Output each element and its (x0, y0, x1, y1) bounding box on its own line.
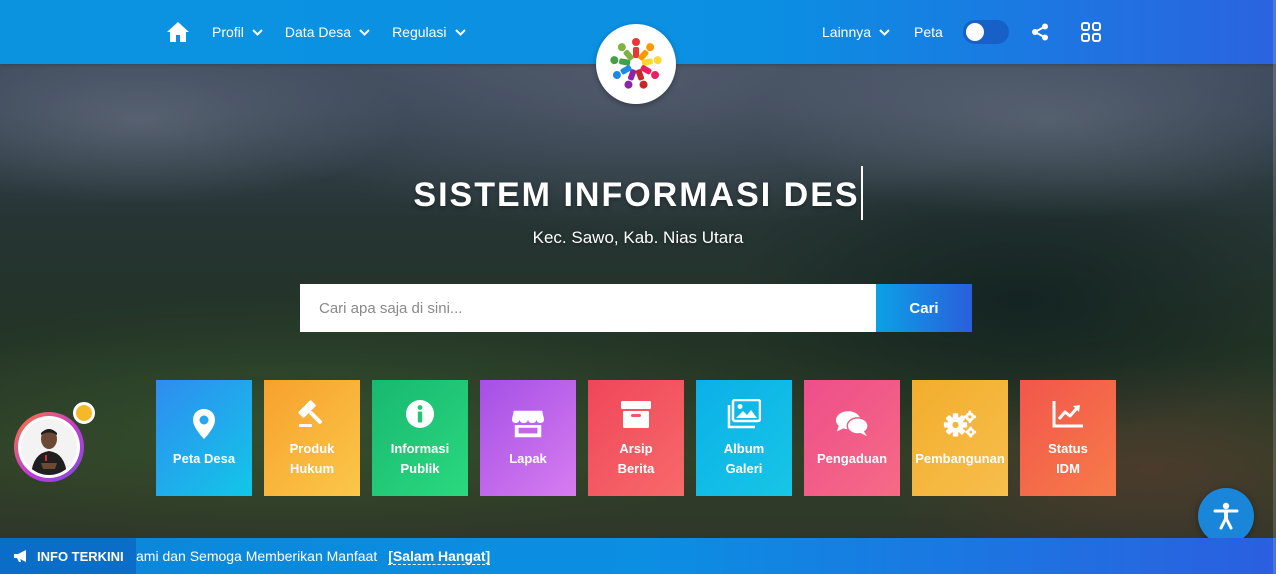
megaphone-icon (14, 550, 26, 562)
tile-arsip-berita[interactable]: Arsip Berita (588, 380, 684, 496)
nav-left: Profil Data Desa Regulasi (166, 0, 488, 64)
nav-item-label: Lainnya (822, 24, 872, 40)
nav-item-data-desa[interactable]: Data Desa (285, 24, 370, 40)
store-icon (511, 407, 545, 441)
comments-icon (835, 407, 869, 441)
tile-informasi-publik[interactable]: Informasi Publik (372, 380, 468, 496)
tile-label: Album Galeri (723, 441, 765, 476)
tile-status-idm[interactable]: Status IDM (1020, 380, 1116, 496)
tile-label: Produk Hukum (289, 441, 335, 476)
chart-line-icon (1051, 397, 1085, 431)
images-icon (727, 397, 761, 431)
nav-item-label: Data Desa (284, 24, 352, 40)
avatar-ring (18, 416, 80, 478)
nav-item-lainnya[interactable]: Lainnya (822, 24, 890, 40)
logo-emblem-icon (610, 38, 662, 89)
nav-item-peta[interactable]: Peta (914, 24, 943, 40)
tile-lapak[interactable]: Lapak (480, 380, 576, 496)
tile-label: Status IDM (1048, 441, 1088, 476)
search-input[interactable] (300, 284, 876, 332)
theme-toggle[interactable] (962, 20, 1009, 44)
chevron-down-icon (879, 28, 890, 36)
tile-label: Peta Desa (172, 451, 236, 466)
ticker-label-text: INFO TERKINI (37, 548, 124, 564)
tile-label: Lapak (509, 451, 547, 466)
page-title: SISTEM INFORMASI DES (0, 166, 1276, 220)
title-text: SISTEM INFORMASI DES (413, 176, 860, 214)
map-marker-icon (187, 407, 221, 441)
toggle-knob (965, 23, 984, 41)
search-bar: Cari (300, 284, 972, 332)
info-icon (403, 397, 437, 431)
tile-label: Informasi Publik (390, 441, 450, 476)
ticker-content: ami dan Semoga Memberikan Manfaat [Salam… (136, 538, 491, 574)
tile-pembangunan[interactable]: Pembangunan (912, 380, 1008, 496)
grid-icon[interactable] (1080, 22, 1101, 42)
share-icon[interactable] (1031, 23, 1049, 41)
avatar[interactable] (14, 412, 84, 482)
chevron-down-icon (359, 28, 370, 36)
archive-icon (619, 397, 653, 431)
nav-item-label: Regulasi (392, 24, 447, 40)
nav-item-profil[interactable]: Profil (212, 24, 263, 40)
tile-pengaduan[interactable]: Pengaduan (804, 380, 900, 496)
ticker-label: INFO TERKINI (0, 538, 136, 574)
page-subtitle: Kec. Sawo, Kab. Nias Utara (532, 228, 744, 247)
nav-item-regulasi[interactable]: Regulasi (392, 24, 466, 40)
chevron-down-icon (454, 28, 466, 36)
tile-peta-desa[interactable]: Peta Desa (156, 380, 252, 496)
quick-access-tiles: Peta Desa Produk Hukum Informasi Publik Lap… (156, 380, 1116, 496)
nav-item-label: Profil (212, 24, 244, 40)
tile-label: Arsip Berita (617, 441, 655, 476)
person-icon (21, 419, 77, 475)
nav-right: Lainnya Peta (822, 0, 1101, 64)
home-icon[interactable] (166, 21, 190, 43)
search-button[interactable]: Cari (876, 284, 972, 332)
accessibility-button[interactable] (1198, 488, 1254, 544)
nav-item-label: Peta (914, 24, 943, 40)
tile-album-galeri[interactable]: Album Galeri (696, 380, 792, 496)
ticker-message: ami dan Semoga Memberikan Manfaat (136, 548, 378, 564)
village-logo[interactable] (596, 24, 676, 104)
accessibility-icon (1213, 502, 1239, 530)
gavel-icon (295, 397, 329, 431)
news-ticker: INFO TERKINI ami dan Semoga Memberikan M… (0, 538, 1276, 574)
tile-label: Pengaduan (816, 451, 888, 466)
tile-label: Pembangunan (915, 451, 1005, 466)
tile-produk-hukum[interactable]: Produk Hukum (264, 380, 360, 496)
status-badge (73, 402, 95, 424)
typing-cursor (860, 166, 863, 220)
ticker-link[interactable]: [Salam Hangat] (388, 548, 491, 565)
avatar-photo (21, 419, 77, 475)
chevron-down-icon (252, 28, 263, 36)
cogs-icon (943, 407, 977, 441)
